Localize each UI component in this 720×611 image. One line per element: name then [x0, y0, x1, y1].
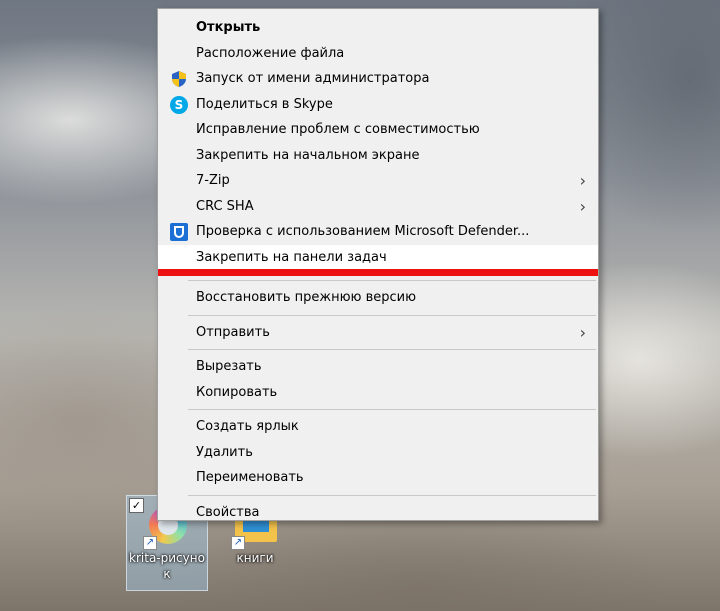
menu-item-file-location[interactable]: Расположение файла [158, 41, 598, 67]
submenu-arrow-icon: › [579, 171, 586, 190]
menu-item-crc-sha[interactable]: CRC SHA › [158, 194, 598, 220]
uac-shield-icon [172, 71, 186, 87]
menu-item-open[interactable]: Открыть [158, 15, 598, 41]
menu-item-properties[interactable]: Свойства [158, 500, 598, 526]
menu-item-pin-start[interactable]: Закрепить на начальном экране [158, 143, 598, 169]
shortcut-arrow-icon: ↗ [143, 536, 157, 550]
menu-item-run-as-admin[interactable]: Запуск от имени администратора [158, 66, 598, 92]
menu-item-7zip[interactable]: 7-Zip › [158, 168, 598, 194]
annotation-underline [158, 269, 598, 276]
desktop-icon-label: книги [236, 551, 274, 565]
menu-item-pin-taskbar[interactable]: Закрепить на панели задач [158, 244, 598, 270]
menu-item-send-to[interactable]: Отправить › [158, 320, 598, 346]
menu-separator [188, 349, 596, 350]
menu-item-restore-previous[interactable]: Восстановить прежнюю версию [158, 285, 598, 311]
context-menu: Открыть Расположение файла Запуск от име… [157, 8, 599, 521]
defender-icon [170, 223, 188, 241]
menu-item-copy[interactable]: Копировать [158, 380, 598, 406]
submenu-arrow-icon: › [579, 322, 586, 342]
menu-separator [188, 409, 596, 410]
menu-item-rename[interactable]: Переименовать [158, 465, 598, 491]
shortcut-arrow-icon: ↗ [231, 536, 245, 550]
selection-checkbox[interactable]: ✓ [129, 498, 144, 513]
menu-item-create-shortcut[interactable]: Создать ярлык [158, 414, 598, 440]
menu-item-defender-scan[interactable]: Проверка с использованием Microsoft Defe… [158, 219, 598, 245]
menu-separator [188, 280, 596, 281]
submenu-arrow-icon: › [579, 196, 586, 216]
menu-item-cut[interactable]: Вырезать [158, 354, 598, 380]
desktop-icon-label: krita-рисунок [129, 551, 205, 581]
menu-item-compat-troubleshoot[interactable]: Исправление проблем с совместимостью [158, 117, 598, 143]
skype-icon: S [170, 95, 188, 114]
menu-item-delete[interactable]: Удалить [158, 440, 598, 466]
menu-separator [188, 494, 596, 496]
menu-item-share-skype[interactable]: S Поделиться в Skype [158, 92, 598, 118]
menu-separator [188, 314, 596, 316]
